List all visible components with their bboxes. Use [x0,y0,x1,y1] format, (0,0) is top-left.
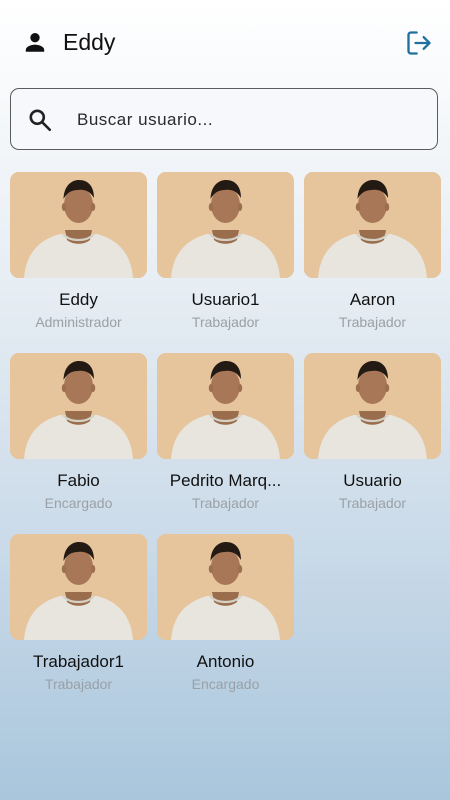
user-card[interactable]: Fabio Encargado [10,353,147,534]
users-grid: Eddy Administrador Usuario1 Trabajador A… [10,172,441,715]
user-name: Eddy [59,290,98,309]
app-header: Eddy [0,0,450,84]
person-icon [22,29,48,55]
user-card[interactable]: Trabajador1 Trabajador [10,534,147,715]
user-name: Usuario1 [191,290,260,309]
user-role: Administrador [35,314,122,330]
user-photo [157,534,294,640]
user-role: Encargado [44,495,113,511]
user-name: Usuario [343,471,402,490]
user-name: Aaron [349,290,396,309]
user-role: Encargado [191,676,260,692]
user-role: Trabajador [338,314,407,330]
user-card[interactable]: Aaron Trabajador [304,172,441,353]
user-role: Trabajador [338,495,407,511]
user-card[interactable]: Pedrito Marq... Trabajador [157,353,294,534]
user-photo [10,353,147,459]
logout-icon [407,31,431,55]
user-photo [304,172,441,278]
search-bar [10,88,438,150]
user-photo [10,534,147,640]
logout-button[interactable] [402,27,436,59]
user-card[interactable]: Antonio Encargado [157,534,294,715]
user-role: Trabajador [191,314,260,330]
user-name: Pedrito Marq... [169,471,282,490]
user-card[interactable]: Usuario1 Trabajador [157,172,294,353]
user-photo [304,353,441,459]
user-photo [157,172,294,278]
user-photo [157,353,294,459]
current-user-name: Eddy [63,29,116,55]
user-card[interactable]: Eddy Administrador [10,172,147,353]
user-name: Antonio [196,652,255,671]
user-role: Trabajador [44,676,113,692]
user-card[interactable]: Usuario Trabajador [304,353,441,534]
user-role: Trabajador [191,495,260,511]
user-name: Trabajador1 [32,652,125,671]
search-input[interactable] [75,99,429,141]
search-icon [27,107,53,133]
user-name: Fabio [57,471,100,490]
user-photo [10,172,147,278]
